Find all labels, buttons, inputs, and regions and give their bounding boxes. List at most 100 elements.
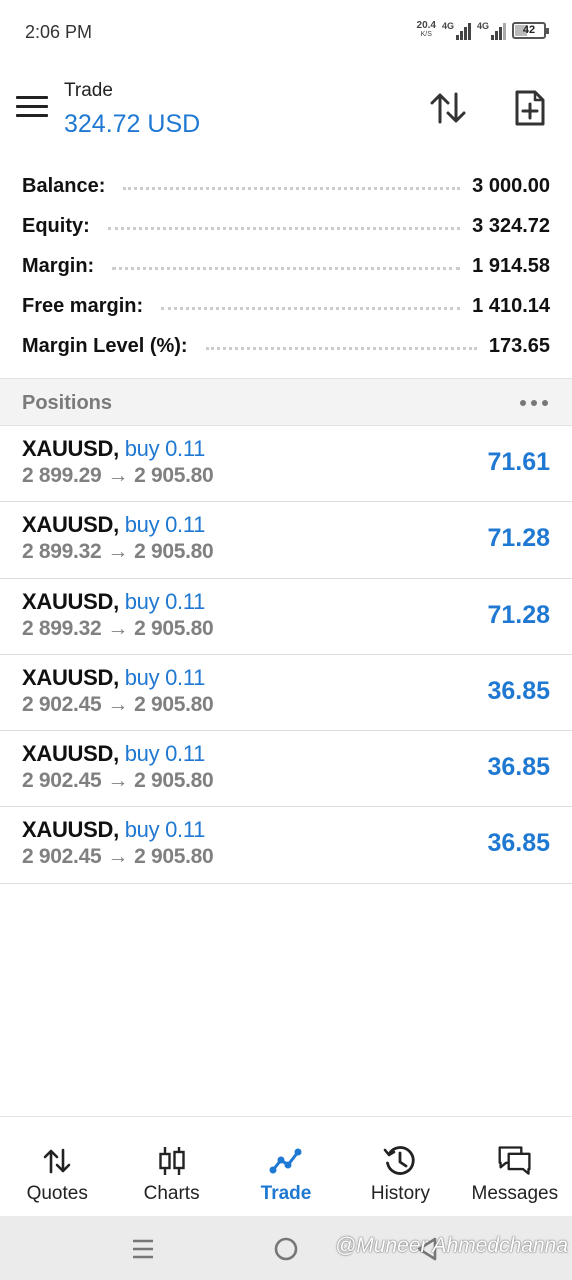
home-button[interactable] <box>271 1234 301 1264</box>
summary-row-free-margin: Free margin: 1 410.14 <box>0 286 572 326</box>
nav-label: Charts <box>143 1183 200 1204</box>
position-direction: buy 0.11 <box>124 664 206 690</box>
total-profit: 324.72 USD <box>64 110 201 138</box>
network-speed-unit: K/S <box>420 31 432 38</box>
open-price: 2 902.45 <box>22 692 102 716</box>
positions-title: Positions <box>22 392 113 414</box>
positions-list: XAUUSD, buy 0.11 2 899.29 → 2 905.80 71.61… <box>0 426 572 884</box>
trade-line-icon <box>269 1148 302 1174</box>
position-row[interactable]: XAUUSD, buy 0.11 2 899.32 → 2 905.80 71.28 <box>0 579 572 655</box>
position-row[interactable]: XAUUSD, buy 0.11 2 899.32 → 2 905.80 71.28 <box>0 502 572 579</box>
position-row[interactable]: XAUUSD, buy 0.11 2 899.29 → 2 905.80 71.61 <box>0 426 572 503</box>
position-row[interactable]: XAUUSD, buy 0.11 2 902.45 → 2 905.80 36.85 <box>0 807 572 884</box>
signal-label: 4G <box>477 21 490 31</box>
dotted-leader <box>161 306 461 310</box>
summary-row-equity: Equity: 3 324.72 <box>0 206 572 246</box>
position-symbol: XAUUSD, <box>22 436 119 461</box>
summary-row-margin-level: Margin Level (%): 173.65 <box>0 326 572 366</box>
position-profit: 71.28 <box>487 524 550 553</box>
summary-label: Free margin: <box>22 294 144 318</box>
position-profit: 36.85 <box>487 676 550 705</box>
position-direction: buy 0.11 <box>124 436 206 461</box>
open-price: 2 899.32 <box>22 540 102 564</box>
nav-messages[interactable]: Messages <box>458 1117 572 1216</box>
new-document-icon <box>515 90 545 126</box>
summary-value: 1 914.58 <box>472 254 550 277</box>
chat-bubbles-icon <box>498 1146 531 1175</box>
summary-label: Margin: <box>22 254 95 278</box>
candlestick-icon <box>158 1147 185 1175</box>
bottom-navigation: Quotes Charts Trade History Messages <box>0 1116 572 1216</box>
recent-apps-button[interactable] <box>128 1234 158 1264</box>
nav-charts[interactable]: Charts <box>114 1117 228 1216</box>
history-clock-icon <box>384 1146 416 1175</box>
arrow-right-icon: → <box>107 540 129 564</box>
sort-button[interactable] <box>426 86 470 130</box>
nav-history[interactable]: History <box>343 1117 457 1216</box>
nav-trade[interactable]: Trade <box>229 1117 343 1216</box>
summary-value: 173.65 <box>488 334 550 357</box>
position-symbol: XAUUSD, <box>22 817 119 843</box>
arrow-right-icon: → <box>107 845 129 869</box>
battery-icon: 42 <box>512 21 549 39</box>
nav-label: Messages <box>471 1183 559 1204</box>
arrow-right-icon: → <box>107 464 129 487</box>
position-profit: 36.85 <box>487 753 550 782</box>
signal-icon: 4G <box>442 20 471 40</box>
watermark-text: @Muneer Ahmedchanna <box>334 1234 568 1257</box>
current-price: 2 905.80 <box>134 692 214 716</box>
position-profit: 71.28 <box>487 600 550 629</box>
summary-label: Margin Level (%): <box>22 334 188 358</box>
position-direction: buy 0.11 <box>124 817 206 843</box>
dotted-leader <box>107 226 461 230</box>
current-price: 2 905.80 <box>134 845 214 869</box>
position-direction: buy 0.11 <box>124 512 206 538</box>
arrow-right-icon: → <box>107 769 129 793</box>
dotted-leader <box>123 186 461 190</box>
nav-label: Trade <box>260 1183 312 1204</box>
status-bar: 2:06 PM 20.4 K/S 4G 4G 42 <box>0 0 572 64</box>
position-direction: buy 0.11 <box>124 588 206 614</box>
current-price: 2 905.80 <box>134 540 214 564</box>
current-price: 2 905.80 <box>134 616 214 640</box>
signal-icon: 4G <box>477 20 506 40</box>
position-row[interactable]: XAUUSD, buy 0.11 2 902.45 → 2 905.80 36.85 <box>0 731 572 808</box>
home-circle-icon <box>274 1237 298 1261</box>
positions-header: Positions <box>0 378 572 426</box>
battery-level: 42 <box>522 24 536 36</box>
summary-row-margin: Margin: 1 914.58 <box>0 246 572 286</box>
summary-row-balance: Balance: 3 000.00 <box>0 166 572 206</box>
summary-value: 3 000.00 <box>472 174 550 197</box>
app-header: Trade 324.72 USD <box>0 64 572 156</box>
open-price: 2 902.45 <box>22 769 102 793</box>
summary-value: 3 324.72 <box>472 214 550 237</box>
nav-quotes[interactable]: Quotes <box>0 1117 114 1216</box>
network-speed: 20.4 K/S <box>417 21 436 39</box>
open-price: 2 902.45 <box>22 845 102 869</box>
position-profit: 36.85 <box>487 829 550 858</box>
position-symbol: XAUUSD, <box>22 588 119 614</box>
new-order-button[interactable] <box>508 86 552 130</box>
more-options-icon[interactable] <box>520 393 548 413</box>
position-symbol: XAUUSD, <box>22 512 119 538</box>
page-title: Trade <box>64 80 113 101</box>
dotted-leader <box>112 266 461 270</box>
sort-arrows-icon <box>430 92 466 124</box>
arrow-right-icon: → <box>107 692 129 716</box>
current-price: 2 905.80 <box>134 464 214 487</box>
signal-label: 4G <box>442 21 455 31</box>
status-time: 2:06 PM <box>25 22 93 42</box>
hamburger-menu-icon[interactable] <box>16 96 48 120</box>
status-indicators: 20.4 K/S 4G 4G 42 <box>417 20 549 40</box>
position-symbol: XAUUSD, <box>22 664 119 690</box>
position-direction: buy 0.11 <box>124 741 206 767</box>
summary-label: Balance: <box>22 174 106 198</box>
open-price: 2 899.32 <box>22 616 102 640</box>
position-row[interactable]: XAUUSD, buy 0.11 2 902.45 → 2 905.80 36.85 <box>0 655 572 732</box>
account-summary: Balance: 3 000.00 Equity: 3 324.72 Margi… <box>0 166 572 366</box>
position-symbol: XAUUSD, <box>22 741 119 767</box>
network-speed-value: 20.4 <box>416 20 436 31</box>
nav-label: History <box>370 1183 430 1204</box>
position-profit: 71.61 <box>487 448 550 476</box>
summary-label: Equity: <box>22 214 90 238</box>
